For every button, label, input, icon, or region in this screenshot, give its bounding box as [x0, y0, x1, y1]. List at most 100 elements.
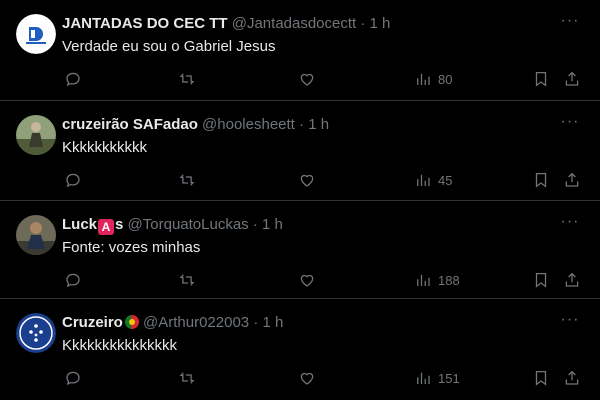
retweet-icon [179, 372, 195, 384]
more-options-button[interactable]: ··· [560, 113, 580, 135]
timeline-feed: JANTADAS DO CEC TT @Jantadasdocectt · 1 … [0, 0, 600, 400]
views-button[interactable]: 188 [414, 270, 460, 290]
reply-button[interactable] [64, 270, 82, 290]
analytics-icon [417, 174, 430, 186]
reply-button[interactable] [64, 170, 82, 190]
bookmark-icon [535, 172, 547, 188]
share-icon [565, 272, 579, 287]
display-name-part: s [115, 216, 124, 233]
analytics-icon [417, 274, 430, 286]
tweet-text: Verdade eu sou o Gabriel Jesus [62, 38, 276, 55]
tweet[interactable]: Luck As @TorquatoLuckas · 1 h ··· Fonte: … [0, 201, 600, 298]
tweet[interactable]: JANTADAS DO CEC TT @Jantadasdocectt · 1 … [0, 0, 600, 100]
avatar-person-photo-icon [16, 115, 56, 155]
more-icon: ··· [560, 113, 580, 130]
views-button[interactable]: 45 [414, 170, 452, 190]
heart-icon [300, 73, 314, 86]
display-name[interactable]: Cruzeiro [62, 314, 139, 331]
tweet-header: cruzeirão SAFadao @hoolesheett · 1 h [62, 115, 329, 135]
tweet-actions: 188 [0, 267, 600, 293]
tweet[interactable]: Cruzeiro @Arthur022003 · 1 h ··· Kkkkkkk… [0, 299, 600, 400]
view-count: 188 [438, 272, 460, 288]
reply-button[interactable] [64, 368, 82, 388]
more-options-button[interactable]: ··· [560, 312, 580, 333]
retweet-button[interactable] [178, 170, 196, 190]
heart-icon [300, 372, 314, 385]
bookmark-button[interactable] [532, 69, 550, 89]
bookmark-icon [535, 370, 547, 386]
reply-button[interactable] [64, 69, 82, 89]
analytics-icon [417, 73, 430, 85]
user-handle[interactable]: @Arthur022003 [143, 314, 249, 331]
bookmark-icon [535, 272, 547, 288]
more-icon: ··· [560, 213, 580, 230]
share-button[interactable] [563, 170, 581, 190]
tweet-text: Fonte: vozes minhas [62, 239, 201, 256]
more-options-button[interactable]: ··· [560, 213, 580, 235]
view-count: 45 [438, 172, 453, 188]
retweet-button[interactable] [178, 368, 196, 388]
share-button[interactable] [563, 270, 581, 290]
bookmark-button[interactable] [532, 170, 550, 190]
bookmark-icon [535, 71, 547, 87]
reply-icon [66, 72, 80, 87]
avatar[interactable] [16, 115, 56, 155]
bookmark-button[interactable] [532, 270, 550, 290]
like-button[interactable] [298, 368, 316, 388]
views-button[interactable]: 80 [414, 69, 452, 89]
heart-icon [300, 174, 314, 187]
display-name-part: Cruzeiro [62, 314, 123, 331]
separator: · [252, 216, 258, 233]
avatar[interactable] [16, 215, 56, 255]
views-button[interactable]: 151 [414, 368, 460, 388]
more-icon: ··· [560, 12, 580, 29]
retweet-icon [179, 174, 195, 186]
share-icon [565, 172, 579, 187]
retweet-button[interactable] [178, 270, 196, 290]
avatar-person-photo-icon [16, 215, 56, 255]
tweet-text: Kkkkkkkkkkkkkkk [62, 337, 178, 354]
retweet-button[interactable] [178, 69, 196, 89]
tweet-actions: 80 [0, 66, 600, 92]
separator: · [299, 116, 305, 133]
retweet-icon [179, 73, 195, 85]
display-name[interactable]: JANTADAS DO CEC TT [62, 15, 228, 32]
timestamp[interactable]: 1 h [308, 116, 329, 133]
user-handle[interactable]: @Jantadasdocectt [232, 15, 356, 32]
reply-icon [66, 371, 80, 386]
avatar[interactable] [16, 14, 56, 54]
display-name[interactable]: cruzeirão SAFadao [62, 116, 198, 133]
share-icon [565, 370, 579, 385]
view-count: 80 [438, 71, 453, 87]
tweet[interactable]: cruzeirão SAFadao @hoolesheett · 1 h ···… [0, 101, 600, 200]
display-name-part: Luck [62, 216, 98, 233]
timestamp[interactable]: 1 h [262, 216, 283, 233]
tweet-header: JANTADAS DO CEC TT @Jantadasdocectt · 1 … [62, 14, 390, 34]
like-button[interactable] [298, 69, 316, 89]
user-handle[interactable]: @hoolesheett [202, 116, 295, 133]
timestamp[interactable]: 1 h [263, 314, 284, 331]
reply-icon [66, 173, 80, 188]
view-count: 151 [438, 370, 460, 386]
tweet-text: Kkkkkkkkkkk [62, 139, 148, 156]
like-button[interactable] [298, 270, 316, 290]
like-button[interactable] [298, 170, 316, 190]
timestamp[interactable]: 1 h [370, 15, 391, 32]
tweet-header: Cruzeiro @Arthur022003 · 1 h [62, 313, 283, 333]
bookmark-button[interactable] [532, 368, 550, 388]
share-button[interactable] [563, 368, 581, 388]
tweet-actions: 151 [0, 365, 600, 391]
separator: · [253, 314, 259, 331]
heart-icon [300, 274, 314, 287]
letter-a-emoji-icon: A [98, 219, 115, 235]
user-handle[interactable]: @TorquatoLuckas [128, 216, 249, 233]
retweet-icon [179, 274, 195, 286]
share-button[interactable] [563, 69, 581, 89]
tweet-actions: 45 [0, 167, 600, 193]
tweet-header: Luck As @TorquatoLuckas · 1 h [62, 215, 283, 235]
share-icon [565, 71, 579, 86]
more-options-button[interactable]: ··· [560, 12, 580, 34]
cruzeiro-crest-icon [16, 313, 56, 353]
avatar[interactable] [16, 313, 56, 353]
display-name[interactable]: Luck As [62, 216, 124, 235]
